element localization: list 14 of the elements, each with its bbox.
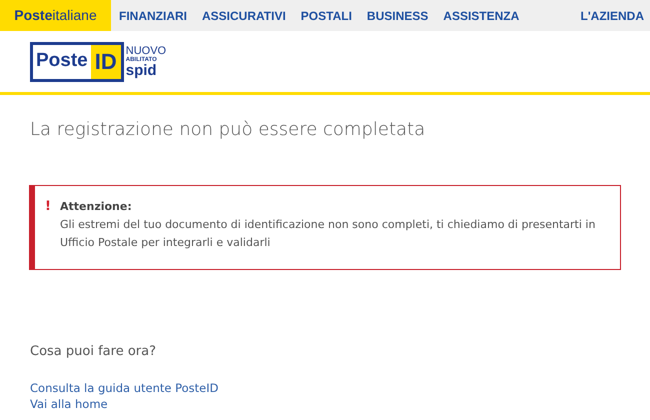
alert-heading: Attenzione: xyxy=(60,199,133,215)
page-title: La registrazione non può essere completata xyxy=(30,118,426,142)
text-link[interactable]: Vai alla home xyxy=(30,396,108,412)
nav-link[interactable]: FINANZIARI xyxy=(119,6,187,24)
nav-link[interactable]: POSTALI xyxy=(300,6,352,24)
alert-message: Gli estremi del tuo documento di identificazione non sono completi, ti chiediamo di presentarti in Ufficio Postale per integrarli e validarli xyxy=(60,217,596,251)
text-link[interactable]: Consulta la guida utente PosteID xyxy=(30,380,219,396)
nav-link[interactable]: L'AZIENDA xyxy=(580,0,650,31)
nav-link[interactable]: ASSICURATIVI xyxy=(202,6,286,24)
exclamation-icon: ! xyxy=(45,198,56,216)
nav-link[interactable]: ASSISTENZA xyxy=(443,6,520,24)
section-heading: Cosa puoi fare ora? xyxy=(30,343,157,361)
nav-link[interactable]: BUSINESS xyxy=(366,6,428,24)
brand-logo[interactable]: Posteitaliane xyxy=(0,0,111,31)
